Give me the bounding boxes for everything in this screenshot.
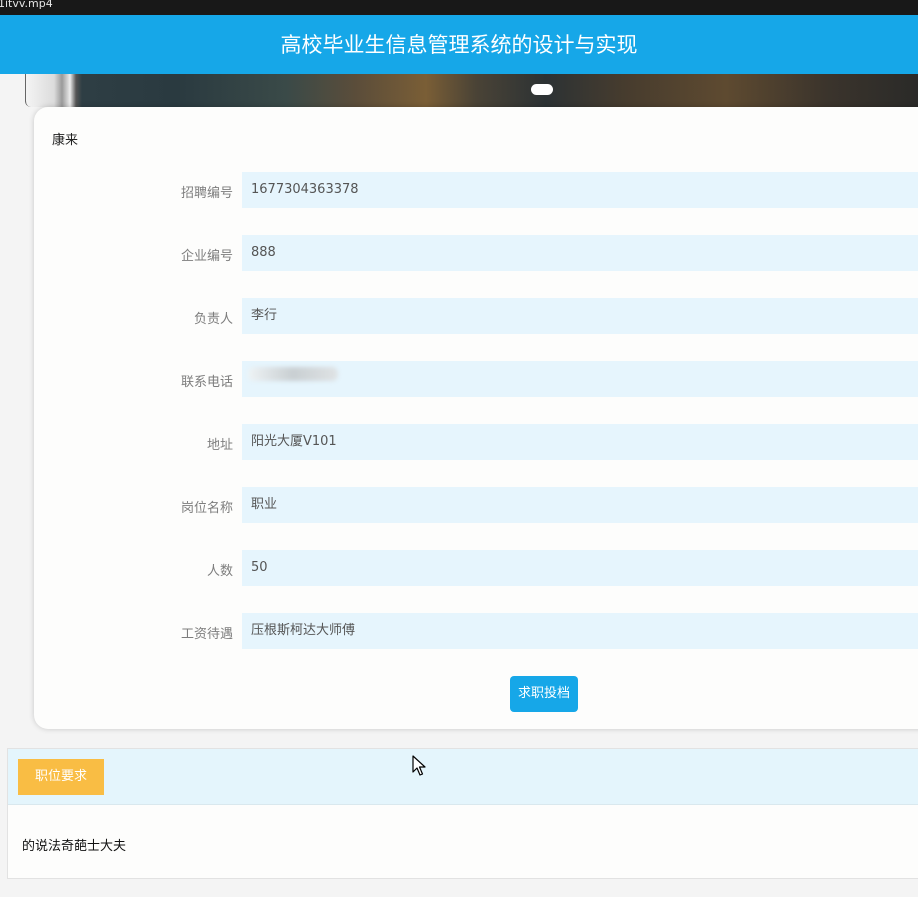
field-label: 联系电话: [180, 375, 233, 390]
banner-carousel: [25, 74, 918, 107]
requirements-content: 的说法奇葩士大夫: [22, 839, 127, 854]
field-label: 企业编号: [180, 249, 233, 264]
job-detail-card: 康来 招聘编号 1677304363378 企业编号 888 负责人 李行 联系…: [34, 107, 918, 729]
company-id-field[interactable]: 888: [242, 235, 918, 271]
mouse-cursor-icon: [412, 755, 426, 776]
company-name: 康来: [52, 133, 79, 148]
field-row-salary: 工资待遇 压根斯柯达大师傅: [34, 613, 918, 649]
field-label: 人数: [206, 564, 233, 579]
field-label: 负责人: [193, 312, 233, 327]
video-title-bar: 1itvv.mp4: [0, 0, 918, 15]
apply-button[interactable]: 求职投档: [510, 676, 578, 712]
field-row-contact-person: 负责人 李行: [34, 298, 918, 334]
field-label: 岗位名称: [180, 501, 233, 516]
phone-field[interactable]: [242, 361, 918, 397]
salary-field[interactable]: 压根斯柯达大师傅: [242, 613, 918, 649]
field-row-company-id: 企业编号 888: [34, 235, 918, 271]
site-header: 高校毕业生信息管理系统的设计与实现: [0, 15, 918, 74]
video-filename: 1itvv.mp4: [0, 0, 53, 10]
contact-person-field[interactable]: 李行: [242, 298, 918, 334]
tab-job-requirements[interactable]: 职位要求: [18, 759, 104, 795]
field-row-address: 地址 阳光大厦V101: [34, 424, 918, 460]
site-title: 高校毕业生信息管理系统的设计与实现: [280, 33, 638, 57]
address-field[interactable]: 阳光大厦V101: [242, 424, 918, 460]
field-row-headcount: 人数 50: [34, 550, 918, 586]
headcount-field[interactable]: 50: [242, 550, 918, 586]
recruit-id-field[interactable]: 1677304363378: [242, 172, 918, 208]
field-row-position: 岗位名称 职业: [34, 487, 918, 523]
field-row-recruit-id: 招聘编号 1677304363378: [34, 172, 918, 208]
field-label: 招聘编号: [180, 186, 233, 201]
field-label: 地址: [206, 438, 233, 453]
field-label: 工资待遇: [180, 627, 233, 642]
field-row-phone: 联系电话: [34, 361, 918, 397]
phone-redaction-blur: [248, 367, 338, 381]
job-requirements-panel: 职位要求 的说法奇葩士大夫: [7, 748, 918, 879]
requirements-tab-bar: 职位要求: [8, 749, 918, 805]
carousel-indicator[interactable]: [531, 84, 553, 95]
position-name-field[interactable]: 职业: [242, 487, 918, 523]
